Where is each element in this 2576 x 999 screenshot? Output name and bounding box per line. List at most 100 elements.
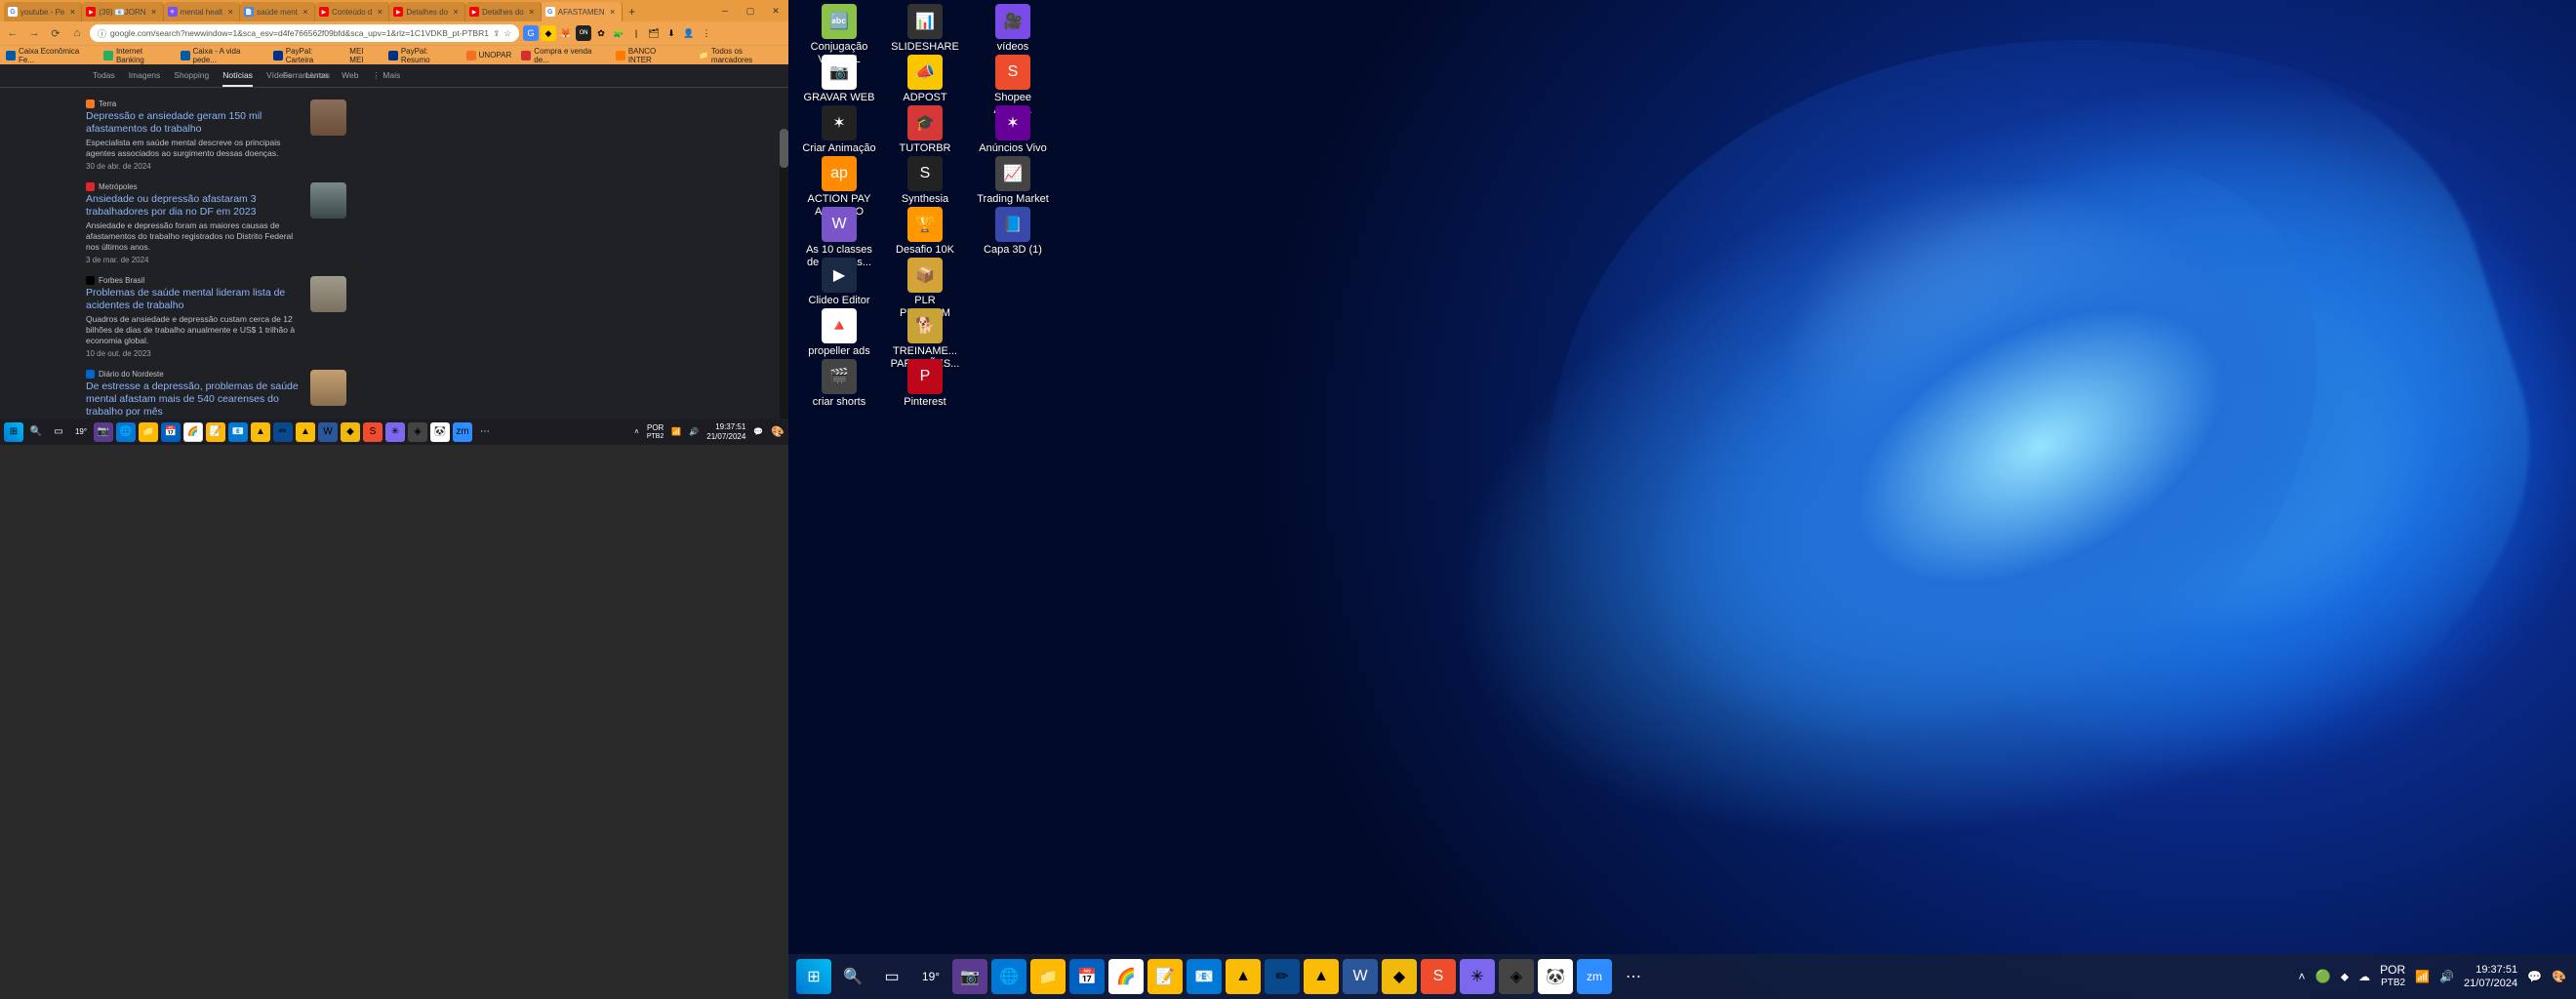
tab-1[interactable]: ▶(39) 📧JORN× xyxy=(82,2,163,21)
taskbar-app[interactable]: ▲ xyxy=(251,422,270,442)
taskbar-app[interactable]: S xyxy=(1421,959,1456,994)
lang[interactable]: POR xyxy=(2380,964,2405,977)
weather-widget[interactable]: 19° xyxy=(71,422,91,442)
filter-images[interactable]: Imagens xyxy=(129,70,161,87)
desktop-icon[interactable]: PPinterest xyxy=(888,359,962,409)
taskbar-app[interactable]: 🐼 xyxy=(430,422,450,442)
close-icon[interactable]: × xyxy=(608,7,618,17)
desktop-icon[interactable]: 📊SLIDESHARE xyxy=(888,4,962,54)
share-icon[interactable]: ⇪ xyxy=(493,28,500,39)
taskbar-app[interactable]: ✏ xyxy=(1265,959,1300,994)
onedrive-icon[interactable]: ☁ xyxy=(2358,970,2370,983)
desktop-icon[interactable]: 🏆Desafio 10K xyxy=(888,207,962,257)
ext-icon[interactable]: ✿ xyxy=(593,25,609,41)
taskbar-app[interactable]: ▲ xyxy=(1226,959,1261,994)
taskbar-app[interactable]: 🐼 xyxy=(1538,959,1573,994)
desktop-icon[interactable]: ✶Criar Animação xyxy=(802,105,876,155)
clock[interactable]: 19:37:5121/07/2024 xyxy=(706,422,745,442)
taskbar-app[interactable]: ▲ xyxy=(296,422,315,442)
close-icon[interactable]: × xyxy=(301,7,310,17)
ext-icon[interactable]: ᴼᴺ xyxy=(576,25,591,41)
taskbar-app[interactable]: 📷 xyxy=(94,422,113,442)
desktop-icon[interactable]: ✶Anúncios Vivo xyxy=(976,105,1050,155)
weather-widget[interactable]: 19° xyxy=(913,959,948,994)
start-button[interactable]: ⊞ xyxy=(4,422,23,442)
close-icon[interactable]: × xyxy=(149,7,159,17)
close-icon[interactable]: × xyxy=(67,7,77,17)
taskbar-zoom[interactable]: zm xyxy=(453,422,472,442)
bookmark[interactable]: BANCO INTER xyxy=(616,47,679,64)
site-info-icon[interactable]: ⓘ xyxy=(98,27,106,40)
notification-icon[interactable]: 💬 xyxy=(2527,970,2542,983)
filter-more[interactable]: ⋮ Mais xyxy=(372,70,400,87)
result-thumb[interactable] xyxy=(310,276,346,312)
notification-icon[interactable]: 💬 xyxy=(753,427,763,436)
lang[interactable]: POR xyxy=(647,423,664,432)
tab-0[interactable]: Gyoutube - Pe× xyxy=(4,2,82,21)
ext-icon[interactable]: 🦊 xyxy=(558,25,574,41)
network-icon[interactable]: 📶 xyxy=(671,427,681,436)
home-button[interactable]: ⌂ xyxy=(68,24,86,42)
minimize-button[interactable]: ─ xyxy=(712,0,738,21)
tab-2[interactable]: ✳mental healt× xyxy=(164,2,241,21)
taskview-button[interactable]: ▭ xyxy=(874,959,909,994)
desktop-icon[interactable]: 🎥vídeos xyxy=(976,4,1050,54)
taskbar-app[interactable]: 📧 xyxy=(228,422,248,442)
reload-button[interactable]: ⟳ xyxy=(47,24,64,42)
result-link[interactable]: Depressão e ansiedade geram 150 mil afas… xyxy=(86,110,301,136)
taskbar-app[interactable]: 📝 xyxy=(206,422,225,442)
tray-icon[interactable]: 🟢 xyxy=(2315,969,2331,984)
network-icon[interactable]: 📶 xyxy=(2415,970,2430,983)
desktop-icon[interactable]: 📈Trading Market xyxy=(976,156,1050,206)
tray-chevron[interactable]: ˄ xyxy=(634,427,639,436)
back-button[interactable]: ← xyxy=(4,24,21,42)
taskbar-explorer[interactable]: 📁 xyxy=(1030,959,1066,994)
close-icon[interactable]: × xyxy=(527,7,537,17)
tab-3[interactable]: 📄saúde ment× xyxy=(240,2,315,21)
filter-all[interactable]: Todas xyxy=(93,70,115,87)
result-thumb[interactable] xyxy=(310,370,346,406)
taskbar-explorer[interactable]: 📁 xyxy=(139,422,158,442)
taskbar-app[interactable]: 📅 xyxy=(161,422,181,442)
new-tab-button[interactable]: + xyxy=(623,2,642,21)
desktop-icon[interactable]: 🎓TUTORBR xyxy=(888,105,962,155)
close-icon[interactable]: × xyxy=(375,7,384,17)
taskbar-app[interactable]: S xyxy=(363,422,382,442)
filter-web[interactable]: Web xyxy=(342,70,358,87)
bookmark[interactable]: Caixa Econômica Fe... xyxy=(6,47,94,64)
tray-icon[interactable]: ⬥ xyxy=(2341,970,2349,984)
copilot-icon[interactable]: 🎨 xyxy=(2552,970,2566,983)
taskbar-app[interactable]: ✳ xyxy=(1460,959,1495,994)
taskbar-word[interactable]: W xyxy=(318,422,338,442)
bookmark[interactable]: Caixa - A vida pede... xyxy=(181,47,263,64)
taskbar-app[interactable]: 📅 xyxy=(1069,959,1105,994)
result-link[interactable]: De estresse a depressão, problemas de sa… xyxy=(86,380,301,419)
url-input[interactable]: ⓘ google.com/search?newwindow=1&sca_esv=… xyxy=(90,24,519,42)
desktop-icon[interactable]: 🎬criar shorts xyxy=(802,359,876,409)
search-button[interactable]: 🔍 xyxy=(26,422,46,442)
desktop-icon[interactable]: 📣ADPOST xyxy=(888,55,962,104)
taskbar-app[interactable]: ✳ xyxy=(385,422,405,442)
volume-icon[interactable]: 🔊 xyxy=(689,427,699,436)
bookmark[interactable]: PayPal: Resumo xyxy=(388,47,457,64)
result-thumb[interactable] xyxy=(310,182,346,219)
result-link[interactable]: Ansiedade ou depressão afastaram 3 traba… xyxy=(86,193,301,219)
start-button[interactable]: ⊞ xyxy=(796,959,831,994)
star-icon[interactable]: ☆ xyxy=(503,28,511,39)
scrollbar[interactable] xyxy=(780,129,788,445)
taskbar-word[interactable]: W xyxy=(1343,959,1378,994)
close-icon[interactable]: × xyxy=(451,7,461,17)
taskbar-chrome[interactable]: 🌈 xyxy=(1108,959,1144,994)
bookmark[interactable]: MEI MEI xyxy=(349,47,379,64)
taskbar-app[interactable]: ◆ xyxy=(341,422,360,442)
search-button[interactable]: 🔍 xyxy=(835,959,870,994)
downloads-icon[interactable]: ⬇ xyxy=(664,25,679,41)
result-link[interactable]: Problemas de saúde mental lideram lista … xyxy=(86,287,301,312)
result-thumb[interactable] xyxy=(310,100,346,136)
tray-chevron[interactable]: ˄ xyxy=(2299,970,2306,983)
taskbar-edge[interactable]: 🌐 xyxy=(116,422,136,442)
copilot-icon[interactable]: 🎨 xyxy=(771,425,785,438)
tools-button[interactable]: Ferramentas xyxy=(283,70,330,85)
maximize-button[interactable]: ▢ xyxy=(738,0,763,21)
clock[interactable]: 19:37:5121/07/2024 xyxy=(2464,963,2517,990)
